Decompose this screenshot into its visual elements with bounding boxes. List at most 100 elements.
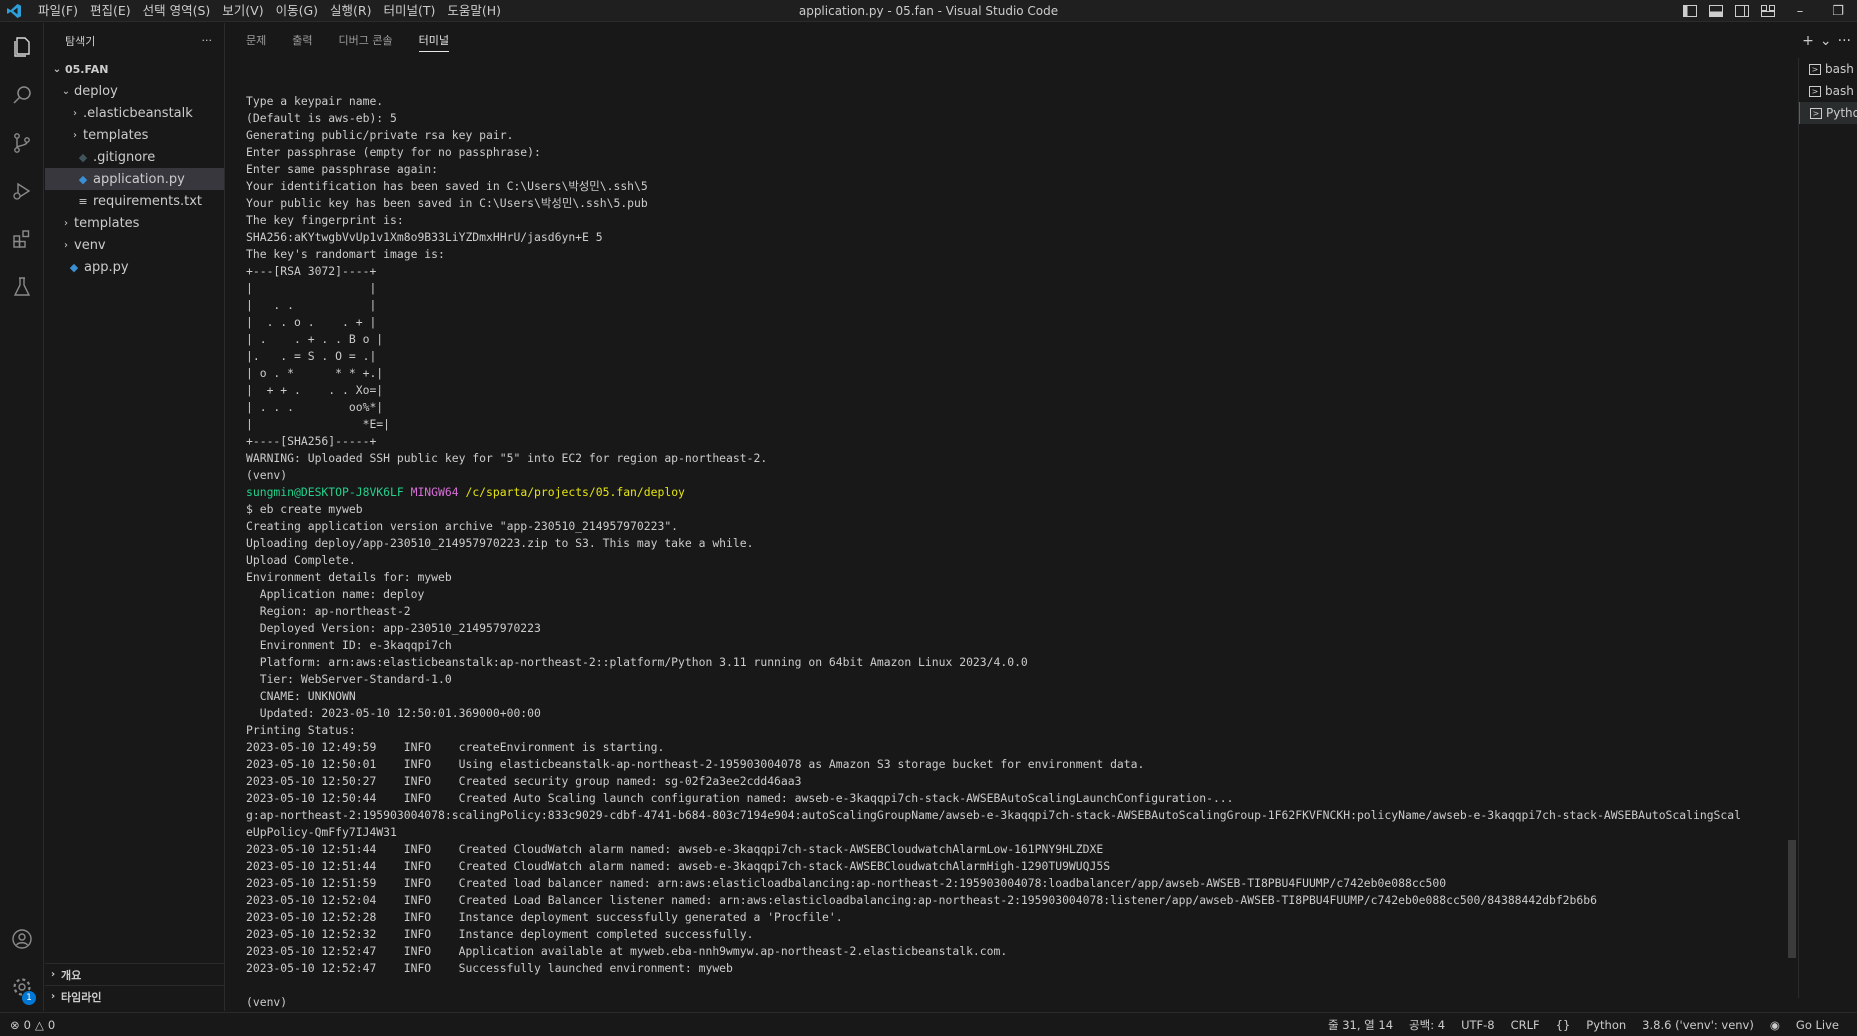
restore-button[interactable]: ❐: [1819, 0, 1857, 22]
new-terminal-button[interactable]: +: [1802, 33, 1814, 49]
terminal-list-item[interactable]: > bash: [1799, 58, 1857, 80]
terminal-line: eUpPolicy-QmFfy7IJ4W31: [246, 825, 397, 839]
menu-item[interactable]: 실행(R): [324, 0, 377, 22]
terminal-line: Uploading deploy/app-230510_214957970223…: [246, 536, 754, 550]
menu-item[interactable]: 파일(F): [32, 0, 84, 22]
terminal-line: Platform: arn:aws:elasticbeanstalk:ap-no…: [246, 655, 1028, 669]
toggle-panel-icon[interactable]: [1703, 0, 1729, 22]
menu-item[interactable]: 도움말(H): [441, 0, 507, 22]
terminal-line: SHA256:aKYtwgbVvUp1v1Xm8o9B33LiYZDmxHHrU…: [246, 230, 603, 244]
chevron-right-icon: ›: [64, 239, 68, 251]
chevron-down-icon: ⌄: [52, 63, 62, 75]
terminal-list-item[interactable]: > bash: [1799, 80, 1857, 102]
menu-item[interactable]: 편집(E): [84, 0, 137, 22]
terminal-line: Environment details for: myweb: [246, 570, 452, 584]
workspace-root-label: 05.FAN: [65, 62, 109, 76]
testing-icon[interactable]: [0, 263, 44, 311]
indentation[interactable]: 공백: 4: [1401, 1017, 1453, 1033]
terminal-line: (Default is aws-eb): 5: [246, 111, 397, 125]
accounts-icon[interactable]: [0, 915, 44, 963]
tree-item[interactable]: › templates: [45, 212, 224, 234]
chevron-right-icon: ›: [50, 991, 56, 1002]
tree-item-label: templates: [74, 215, 140, 231]
chevron-right-icon: ›: [73, 107, 77, 119]
terminal-line: 2023-05-10 12:52:47 INFO Successfully la…: [246, 961, 733, 975]
menu-item[interactable]: 보기(V): [216, 0, 269, 22]
git-file-icon: ◆: [78, 150, 88, 164]
terminal-line: Upload Complete.: [246, 553, 356, 567]
cursor-position[interactable]: 줄 31, 열 14: [1320, 1017, 1401, 1033]
search-icon[interactable]: [0, 71, 44, 119]
terminal-line: Type a keypair name.: [246, 94, 384, 108]
outline-label: 개요: [61, 968, 82, 982]
minimize-button[interactable]: –: [1781, 0, 1819, 22]
menu-bar: 파일(F) 편집(E) 선택 영역(S) 보기(V) 이동(G) 실행(R) 터미널(T) 도…: [32, 0, 507, 22]
settings-gear-icon[interactable]: 1: [0, 963, 44, 1011]
python-interpreter[interactable]: 3.8.6 ('venv': venv): [1634, 1018, 1762, 1032]
terminal-dropdown-icon[interactable]: ⌄: [1820, 33, 1832, 49]
go-live-button[interactable]: Go Live: [1788, 1018, 1847, 1032]
panel-tab[interactable]: 디버그 콘솔: [339, 23, 393, 58]
explorer-more-icon[interactable]: ···: [202, 34, 213, 47]
vscode-logo-icon: [0, 0, 28, 22]
prompt-user: sungmin@DESKTOP-J8VK6LF: [246, 485, 404, 499]
explorer-icon[interactable]: [0, 23, 44, 71]
tree-item[interactable]: ◆ app.py: [45, 256, 224, 278]
tree-item[interactable]: ◆ .gitignore: [45, 146, 224, 168]
tree-item[interactable]: ≡ requirements.txt: [45, 190, 224, 212]
terminal-line: g:ap-northeast-2:195903004078:scalingPol…: [246, 808, 1741, 822]
terminal-line: | |: [246, 281, 377, 295]
menu-item[interactable]: 선택 영역(S): [137, 0, 217, 22]
text-file-icon: ≡: [78, 194, 88, 208]
activity-bar: 1: [0, 23, 44, 1011]
source-control-icon[interactable]: [0, 119, 44, 167]
terminal-line: $ eb create myweb: [246, 502, 363, 516]
terminal-line: 2023-05-10 12:52:47 INFO Application ava…: [246, 944, 1008, 958]
explorer-title: 탐색기: [65, 34, 96, 48]
settings-badge: 1: [22, 991, 36, 1005]
tree-item[interactable]: › .elasticbeanstalk: [45, 102, 224, 124]
terminal-line: Updated: 2023-05-10 12:50:01.369000+00:0…: [246, 706, 541, 720]
chevron-right-icon: ›: [50, 969, 56, 980]
tree-item[interactable]: ◆ application.py: [45, 168, 224, 190]
terminal-output[interactable]: Type a keypair name. (Default is aws-eb):…: [246, 93, 1786, 1008]
language-mode[interactable]: Python: [1578, 1018, 1634, 1032]
extensions-icon[interactable]: [0, 215, 44, 263]
terminal-line: | + + . . . Xo=|: [246, 383, 384, 397]
python-file-icon: ◆: [69, 260, 79, 274]
terminal-line: CNAME: UNKNOWN: [246, 689, 356, 703]
panel-more-icon[interactable]: ···: [1838, 33, 1851, 49]
tree-item[interactable]: › templates: [45, 124, 224, 146]
panel-tab[interactable]: 출력: [292, 23, 312, 58]
tree-item[interactable]: › venv: [45, 234, 224, 256]
panel-tab[interactable]: 문제: [246, 23, 266, 58]
terminal-line: | *E=|: [246, 417, 391, 431]
tree-item-label: templates: [83, 127, 149, 143]
tree-item[interactable]: ⌄ deploy: [45, 80, 224, 102]
toggle-sidebar-icon[interactable]: [1677, 0, 1703, 22]
workspace-root[interactable]: ⌄ 05.FAN: [45, 58, 224, 80]
terminal-scrollbar[interactable]: [1788, 840, 1796, 958]
panel-tab[interactable]: 터미널: [418, 23, 450, 58]
chevron-right-icon: ›: [64, 217, 68, 229]
warning-icon: △: [34, 1017, 44, 1032]
broadcast-icon: ◉: [1769, 1017, 1780, 1032]
title-bar: 파일(F) 편집(E) 선택 영역(S) 보기(V) 이동(G) 실행(R) 터미널(T) 도…: [0, 0, 1857, 22]
terminal-icon: >: [1809, 63, 1821, 75]
terminal-line: 2023-05-10 12:51:44 INFO Created CloudWa…: [246, 842, 1104, 856]
tree-item-label: .gitignore: [93, 149, 156, 165]
timeline-section[interactable]: › 타임라인: [45, 985, 225, 1007]
problems-indicator[interactable]: ⊗ 0 △ 0: [0, 1018, 55, 1032]
end-of-line[interactable]: CRLF: [1503, 1018, 1548, 1032]
toggle-secondary-sidebar-icon[interactable]: [1729, 0, 1755, 22]
terminal-line: 2023-05-10 12:51:59 INFO Created load ba…: [246, 876, 1447, 890]
outline-section[interactable]: › 개요: [45, 963, 225, 985]
terminal-list-item[interactable]: > Python: [1799, 102, 1857, 124]
chevron-down-icon: ⌄: [61, 85, 71, 97]
menu-item[interactable]: 이동(G): [270, 0, 324, 22]
encoding[interactable]: UTF-8: [1453, 1018, 1503, 1032]
run-debug-icon[interactable]: [0, 167, 44, 215]
menu-item[interactable]: 터미널(T): [378, 0, 442, 22]
customize-layout-icon[interactable]: [1755, 0, 1781, 22]
